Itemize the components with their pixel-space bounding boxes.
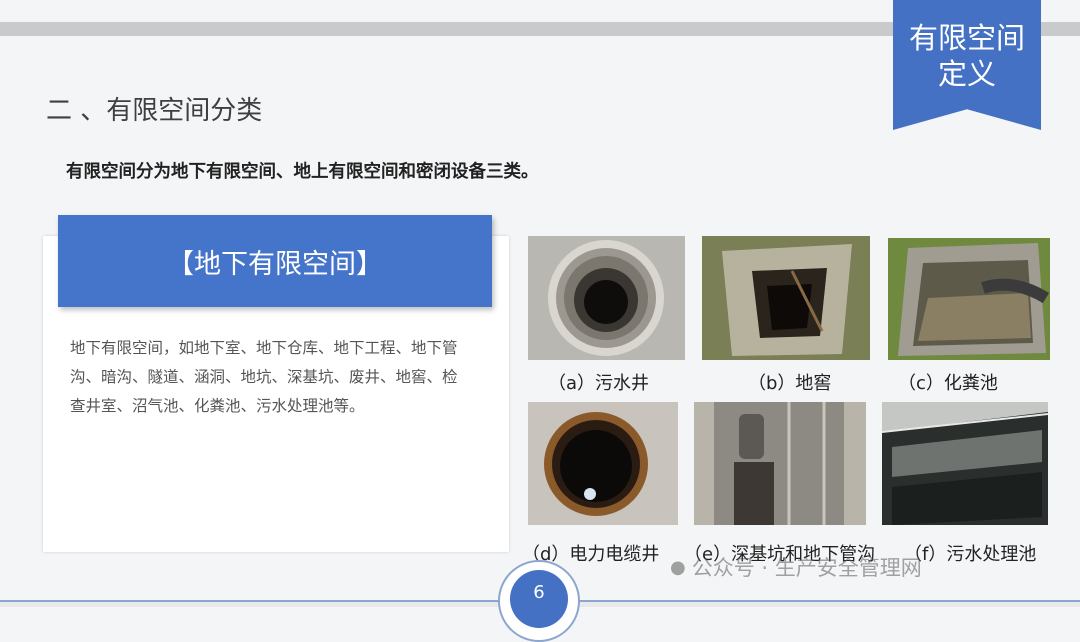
wechat-icon: ● bbox=[670, 556, 686, 578]
cellar-photo bbox=[702, 236, 870, 360]
banner-line2: 定义 bbox=[937, 57, 996, 91]
caption-c: （c）化粪池 bbox=[898, 373, 998, 394]
section-banner: 有限空间 定义 bbox=[893, 0, 1041, 130]
intro-text: 有限空间分为地下有限空间、地上有限空间和密闭设备三类。 bbox=[66, 162, 539, 182]
page-number-badge: 6 bbox=[498, 560, 580, 642]
caption-a: （a）污水井 bbox=[548, 373, 650, 394]
manhole-photo bbox=[528, 236, 685, 360]
treatment-pool-photo bbox=[882, 402, 1048, 525]
section-title: 二 、有限空间分类 bbox=[46, 96, 263, 126]
card-header: 【地下有限空间】 bbox=[58, 215, 492, 307]
septic-tank-photo bbox=[888, 238, 1050, 360]
watermark-text: 公众号 · 生产安全管理网 bbox=[691, 556, 922, 580]
card-body-text: 地下有限空间，如地下室、地下仓库、地下工程、地下管沟、暗沟、隧道、涵洞、地坑、深… bbox=[70, 339, 458, 415]
cable-well-photo bbox=[528, 402, 678, 525]
deep-pit-photo bbox=[694, 402, 866, 525]
watermark: ● 公众号 · 生产安全管理网 bbox=[670, 552, 922, 582]
caption-f: （f）污水处理池 bbox=[904, 544, 1037, 565]
page-number: 6 bbox=[533, 582, 545, 603]
caption-b: （b）地窖 bbox=[748, 373, 832, 394]
banner-line1: 有限空间 bbox=[908, 21, 1025, 55]
